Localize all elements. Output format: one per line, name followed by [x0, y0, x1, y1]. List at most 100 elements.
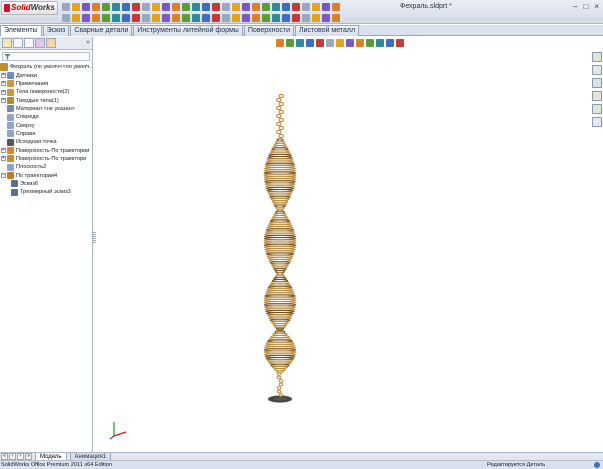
maximize-button[interactable]: □ — [583, 2, 588, 11]
toolbar-command-icon[interactable] — [122, 3, 130, 11]
tab-sheet-metal[interactable]: Листовой металл — [294, 25, 360, 36]
tree-item[interactable]: Материал <не указан> — [0, 105, 92, 113]
last-tab-button[interactable]: » — [25, 453, 32, 460]
help-icon[interactable] — [594, 462, 600, 468]
toolbar-command-icon[interactable] — [232, 3, 240, 11]
tree-item[interactable]: + Тела поверхности(2) — [0, 88, 92, 96]
tab-weldments[interactable]: Сварные детали — [70, 25, 133, 36]
feature-command-icon[interactable] — [72, 14, 80, 22]
first-tab-button[interactable]: « — [1, 453, 8, 460]
feature-command-icon[interactable] — [202, 14, 210, 22]
tree-expander-icon[interactable]: + — [1, 81, 6, 87]
dimxpert-tab-icon[interactable] — [35, 38, 45, 48]
feature-command-icon[interactable] — [212, 14, 220, 22]
toolbar-command-icon[interactable] — [312, 3, 320, 11]
view-icon[interactable] — [286, 39, 294, 47]
toolbar-command-icon[interactable] — [142, 3, 150, 11]
feature-command-icon[interactable] — [322, 14, 330, 22]
feature-command-icon[interactable] — [102, 14, 110, 22]
feature-command-icon[interactable] — [232, 14, 240, 22]
view-icon[interactable] — [336, 39, 344, 47]
feature-command-icon[interactable] — [312, 14, 320, 22]
tab-sketch[interactable]: Эскиз — [42, 25, 70, 36]
toolbar-command-icon[interactable] — [152, 3, 160, 11]
tree-item[interactable]: + Примечания — [0, 80, 92, 88]
feature-command-icon[interactable] — [122, 14, 130, 22]
spiral-wire-model[interactable] — [250, 92, 310, 410]
tree-item[interactable]: Плоскость2 — [0, 163, 92, 171]
tree-expander-icon[interactable]: + — [1, 73, 6, 79]
property-manager-tab-icon[interactable] — [13, 38, 23, 48]
feature-command-icon[interactable] — [302, 14, 310, 22]
toolbar-command-icon[interactable] — [222, 3, 230, 11]
minimize-button[interactable]: – — [573, 2, 577, 11]
tree-item[interactable]: – По траектории4 — [0, 171, 92, 180]
tree-root-part[interactable]: Фехраль (по умолч<<по умолч... — [0, 63, 92, 72]
view-icon[interactable] — [386, 39, 394, 47]
prev-tab-button[interactable]: ‹ — [9, 453, 16, 460]
next-tab-button[interactable]: › — [17, 453, 24, 460]
tab-mold-tools[interactable]: Инструменты литейной формы — [133, 25, 243, 36]
design-library-icon[interactable] — [592, 65, 602, 75]
toolbar-command-icon[interactable] — [172, 3, 180, 11]
toolbar-command-icon[interactable] — [242, 3, 250, 11]
view-icon[interactable] — [346, 39, 354, 47]
toolbar-command-icon[interactable] — [182, 3, 190, 11]
resources-icon[interactable] — [592, 52, 602, 62]
view-icon[interactable] — [276, 39, 284, 47]
feature-command-icon[interactable] — [152, 14, 160, 22]
toolbar-command-icon[interactable] — [62, 3, 70, 11]
view-icon[interactable] — [366, 39, 374, 47]
feature-command-icon[interactable] — [62, 14, 70, 22]
tree-expander-icon[interactable]: + — [1, 98, 6, 104]
feature-command-icon[interactable] — [272, 14, 280, 22]
view-icon[interactable] — [356, 39, 364, 47]
solidworks-logo[interactable]: SolidWorks — [1, 1, 58, 15]
tree-filter-field[interactable] — [2, 52, 90, 61]
feature-command-icon[interactable] — [82, 14, 90, 22]
feature-command-icon[interactable] — [182, 14, 190, 22]
tree-expander-icon[interactable]: + — [1, 156, 6, 162]
toolbar-command-icon[interactable] — [282, 3, 290, 11]
tree-item[interactable]: + Датчики — [0, 71, 92, 80]
feature-command-icon[interactable] — [132, 14, 140, 22]
close-button[interactable]: × — [594, 2, 599, 11]
toolbar-command-icon[interactable] — [162, 3, 170, 11]
tree-item[interactable]: Эскиз6 — [0, 180, 92, 188]
tree-item[interactable]: Трехмерный эскиз3 — [0, 188, 92, 196]
tree-item[interactable]: + Поверхность-По траектории — [0, 146, 92, 155]
tab-features[interactable]: Элементы — [0, 25, 42, 36]
view-icon[interactable] — [376, 39, 384, 47]
feature-command-icon[interactable] — [142, 14, 150, 22]
toolbar-command-icon[interactable] — [322, 3, 330, 11]
feature-command-icon[interactable] — [332, 14, 340, 22]
view-icon[interactable] — [316, 39, 324, 47]
tree-expander-icon[interactable]: + — [1, 89, 6, 95]
panel-splitter[interactable] — [92, 232, 96, 244]
panel-expand-icon[interactable]: » — [86, 38, 90, 48]
tree-item[interactable]: Исходная точка — [0, 138, 92, 146]
toolbar-command-icon[interactable] — [72, 3, 80, 11]
toolbar-command-icon[interactable] — [262, 3, 270, 11]
configuration-manager-tab-icon[interactable] — [24, 38, 34, 48]
display-manager-tab-icon[interactable] — [46, 38, 56, 48]
view-icon[interactable] — [306, 39, 314, 47]
appearances-icon[interactable] — [592, 104, 602, 114]
custom-properties-icon[interactable] — [592, 117, 602, 127]
feature-command-icon[interactable] — [282, 14, 290, 22]
toolbar-command-icon[interactable] — [92, 3, 100, 11]
toolbar-command-icon[interactable] — [212, 3, 220, 11]
toolbar-command-icon[interactable] — [82, 3, 90, 11]
feature-command-icon[interactable] — [172, 14, 180, 22]
view-icon[interactable] — [326, 39, 334, 47]
tree-item[interactable]: + Твердые тела(1) — [0, 96, 92, 105]
view-icon[interactable] — [396, 39, 404, 47]
feature-command-icon[interactable] — [252, 14, 260, 22]
toolbar-command-icon[interactable] — [112, 3, 120, 11]
feature-command-icon[interactable] — [112, 14, 120, 22]
tree-expander-icon[interactable]: – — [1, 173, 6, 179]
toolbar-command-icon[interactable] — [302, 3, 310, 11]
feature-command-icon[interactable] — [262, 14, 270, 22]
search-icon[interactable] — [592, 91, 602, 101]
toolbar-command-icon[interactable] — [252, 3, 260, 11]
